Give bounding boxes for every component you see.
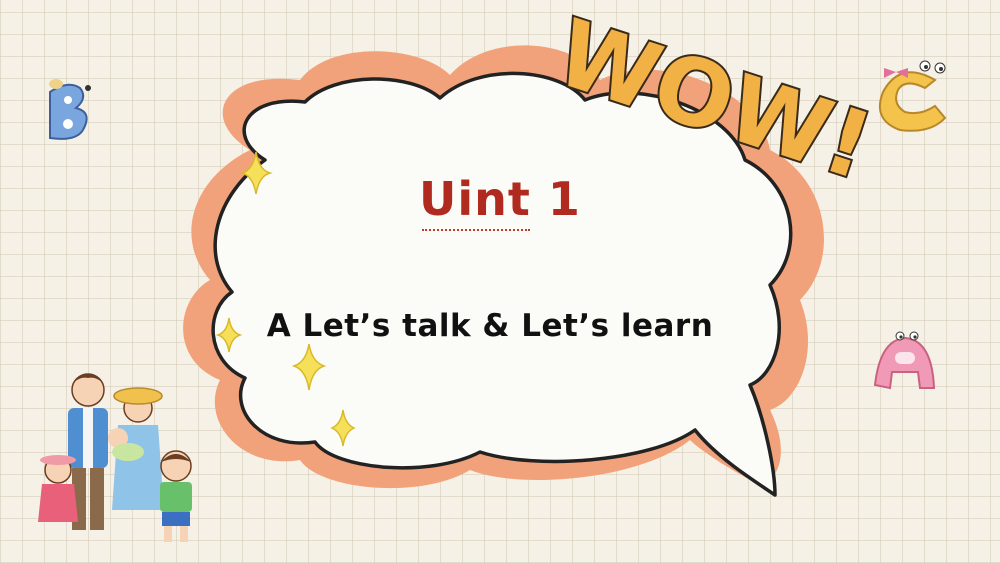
letter-b-character <box>49 79 91 140</box>
letter-c-character <box>878 60 947 132</box>
speech-bubble: WOW! <box>38 0 947 542</box>
slide-canvas: WOW! Uint 1 A Let’s talk & Let’s learn <box>0 0 1000 563</box>
spellcheck-underline <box>422 226 530 231</box>
lesson-subtitle: A Let’s talk & Let’s learn <box>266 308 714 344</box>
letter-a-character <box>873 331 936 390</box>
family-illustration <box>38 373 192 542</box>
page-title: Uint 1 <box>419 172 581 226</box>
